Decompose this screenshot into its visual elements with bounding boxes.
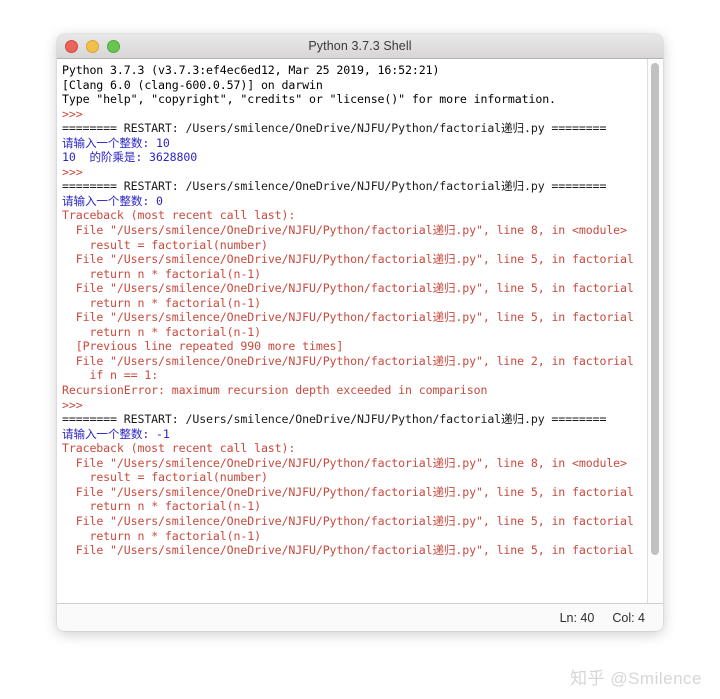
console-line: RecursionError: maximum recursion depth … <box>62 383 488 398</box>
status-column-indicator: Col: 4 <box>612 610 645 625</box>
zoom-button-icon[interactable] <box>107 39 120 53</box>
console-line: ======== RESTART: /Users/smilence/OneDri… <box>62 121 607 136</box>
status-line-indicator: Ln: 40 <box>559 610 595 625</box>
console-line: return n * factorial(n-1) <box>62 324 261 339</box>
console-line: ======== RESTART: /Users/smilence/OneDri… <box>62 179 607 194</box>
console-line: [Clang 6.0 (clang-600.0.57)] on darwin <box>62 77 323 92</box>
console-line: Type "help", "copyright", "credits" or "… <box>62 92 556 107</box>
console-line: return n * factorial(n-1) <box>62 295 261 310</box>
console-line: return n * factorial(n-1) <box>62 499 261 514</box>
console-line: 请输入一个整数: 10 <box>62 135 170 150</box>
console-line: 10 的阶乘是: 3628800 <box>62 150 198 165</box>
watermark-text: 知乎 @Smilence <box>570 669 702 688</box>
console-line: File "/Users/smilence/OneDrive/NJFU/Pyth… <box>62 513 634 528</box>
console-line: File "/Users/smilence/OneDrive/NJFU/Pyth… <box>62 455 627 470</box>
console-line: ======== RESTART: /Users/smilence/OneDri… <box>62 412 607 427</box>
console-line: Traceback (most recent call last): <box>62 441 296 456</box>
console-line: if n == 1: <box>62 368 159 383</box>
console-line: Python 3.7.3 (v3.7.3:ef4ec6ed12, Mar 25 … <box>62 63 447 77</box>
python-shell-window: Python 3.7.3 Shell Python 3.7.3 (v3.7.3:… <box>57 34 663 631</box>
vertical-scrollbar[interactable] <box>647 59 663 603</box>
scrollbar-thumb[interactable] <box>651 63 659 555</box>
status-bar: Ln: 40 Col: 4 <box>57 604 663 631</box>
console-line: return n * factorial(n-1) <box>62 528 261 543</box>
console-line: result = factorial(number) <box>62 237 268 252</box>
console-line: result = factorial(number) <box>62 470 268 485</box>
console-line: File "/Users/smilence/OneDrive/NJFU/Pyth… <box>62 310 634 325</box>
console-line: File "/Users/smilence/OneDrive/NJFU/Pyth… <box>62 281 634 296</box>
console-line: 请输入一个整数: -1 <box>62 426 170 441</box>
window-titlebar[interactable]: Python 3.7.3 Shell <box>57 34 663 59</box>
console-line: File "/Users/smilence/OneDrive/NJFU/Pyth… <box>62 252 634 267</box>
minimize-button-icon[interactable] <box>86 39 99 53</box>
console-line: 请输入一个整数: 0 <box>62 193 163 208</box>
console-line: Traceback (most recent call last): <box>62 208 296 223</box>
window-title: Python 3.7.3 Shell <box>308 39 412 53</box>
console-line: >>> <box>62 397 90 412</box>
console-line: File "/Users/smilence/OneDrive/NJFU/Pyth… <box>62 543 634 558</box>
console-line: File "/Users/smilence/OneDrive/NJFU/Pyth… <box>62 484 634 499</box>
console-line: [Previous line repeated 990 more times] <box>62 339 344 354</box>
close-button-icon[interactable] <box>65 39 78 53</box>
console-line: File "/Users/smilence/OneDrive/NJFU/Pyth… <box>62 223 627 238</box>
console-line: return n * factorial(n-1) <box>62 266 261 281</box>
console-line: File "/Users/smilence/OneDrive/NJFU/Pyth… <box>62 353 634 368</box>
console-area: Python 3.7.3 (v3.7.3:ef4ec6ed12, Mar 25 … <box>57 59 663 604</box>
window-controls <box>65 34 120 58</box>
console-line: >>> <box>62 164 90 179</box>
console-line: >>> <box>62 106 90 121</box>
shell-output-text[interactable]: Python 3.7.3 (v3.7.3:ef4ec6ed12, Mar 25 … <box>57 59 647 603</box>
